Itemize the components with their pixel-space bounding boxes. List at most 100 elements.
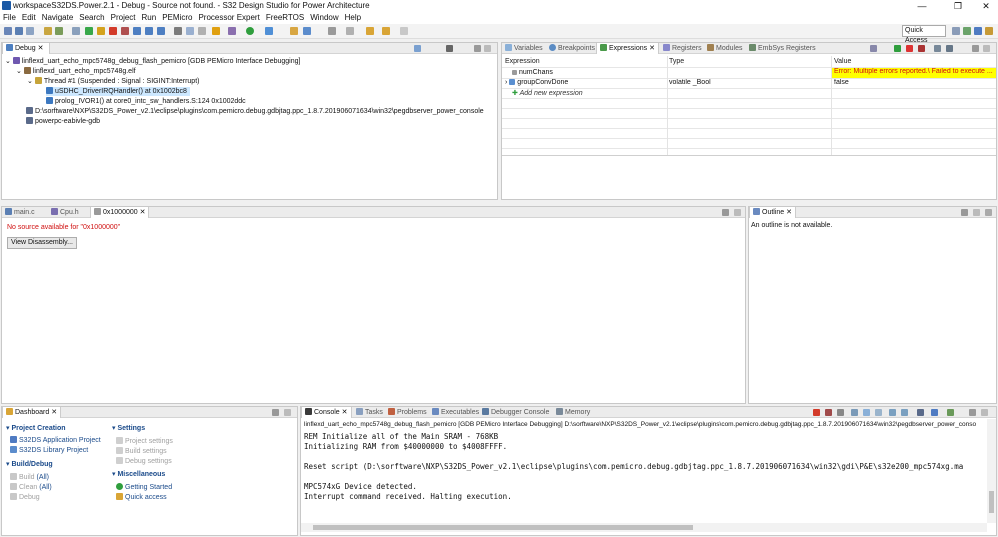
menu-pemicro[interactable]: PEMicro [159, 12, 195, 24]
remove-launch-icon[interactable] [825, 409, 832, 416]
disconnect-icon[interactable] [121, 27, 129, 35]
minimize-view-icon[interactable] [272, 409, 279, 416]
menu-processor-expert[interactable]: Processor Expert [195, 12, 262, 24]
column-expression[interactable]: Expression [505, 58, 540, 65]
remove-icon[interactable] [906, 45, 913, 52]
remove-all-icon[interactable] [918, 45, 925, 52]
horizontal-scrollbar[interactable] [301, 523, 987, 532]
tab-problems[interactable]: Problems [385, 407, 430, 418]
annotation-icon[interactable] [346, 27, 354, 35]
link-quick-access[interactable]: Quick access [116, 493, 167, 501]
pin-console-icon[interactable] [917, 409, 924, 416]
properties-icon[interactable] [55, 27, 63, 35]
save-all-icon[interactable] [26, 27, 34, 35]
skip-breakpoints-icon[interactable] [72, 27, 80, 35]
menu-project[interactable]: Project [108, 12, 139, 24]
step-over-icon[interactable] [145, 27, 153, 35]
tree-item[interactable]: ⌄ linflexd_uart_echo_mpc5748g.elf [16, 67, 136, 76]
link-build-settings[interactable]: Build settings [116, 447, 167, 455]
expression-value-error[interactable]: Error: Multiple errors reported.\ Failed… [832, 68, 996, 78]
menu-edit[interactable]: Edit [19, 12, 39, 24]
maximize-view-icon[interactable] [985, 209, 992, 216]
scrollbar-thumb[interactable] [313, 525, 693, 530]
save-icon[interactable] [15, 27, 23, 35]
suspend-icon[interactable] [97, 27, 105, 35]
maximize-view-icon[interactable] [284, 409, 291, 416]
menu-file[interactable]: File [0, 12, 19, 24]
flash-icon[interactable] [212, 27, 220, 35]
maximize-view-icon[interactable] [734, 209, 741, 216]
debug-config-icon[interactable] [228, 27, 236, 35]
menu-navigate[interactable]: Navigate [39, 12, 77, 24]
expression-row[interactable]: numChans [512, 69, 662, 76]
link-application-project[interactable]: S32DS Application Project [10, 436, 101, 444]
tab-tasks[interactable]: Tasks [353, 407, 386, 418]
tab-outline[interactable]: Outline ✕ [749, 207, 796, 218]
add-new-expression[interactable]: ✚ Add new expression [512, 89, 583, 97]
perspective-icon[interactable] [952, 27, 960, 35]
add-expression-icon[interactable] [894, 45, 901, 52]
menu-freertos[interactable]: FreeRTOS [263, 12, 307, 24]
layout-icon[interactable] [946, 45, 953, 52]
minimize-view-icon[interactable] [983, 45, 990, 52]
close-button[interactable]: ✕ [974, 0, 998, 12]
terminate-icon[interactable] [813, 409, 820, 416]
tree-item[interactable]: D:\sorftware\NXP\S32DS_Power_v2.1\eclips… [26, 107, 484, 116]
forward-icon[interactable] [382, 27, 390, 35]
run-icon[interactable] [246, 27, 254, 35]
section-settings[interactable]: ▾ Settings [112, 424, 145, 432]
menu-help[interactable]: Help [342, 12, 364, 24]
external-tools-icon[interactable] [265, 27, 273, 35]
step-return-icon[interactable] [157, 27, 165, 35]
minimize-view-icon[interactable] [722, 209, 729, 216]
scroll-lock-icon[interactable] [863, 409, 870, 416]
forward-nav-icon[interactable] [400, 27, 408, 35]
column-value[interactable]: Value [834, 58, 851, 65]
search-icon[interactable] [328, 27, 336, 35]
section-project-creation[interactable]: ▾ Project Creation [6, 424, 66, 432]
build-icon[interactable] [44, 27, 52, 35]
vertical-scrollbar[interactable] [987, 419, 996, 523]
view-disassembly-button[interactable]: View Disassembly... [7, 237, 77, 249]
clear-console-icon[interactable] [851, 409, 858, 416]
scrollbar-thumb[interactable] [989, 491, 994, 513]
step-into-icon[interactable] [133, 27, 141, 35]
open-folder-icon[interactable] [290, 27, 298, 35]
link-debug[interactable]: Debug [10, 493, 40, 501]
minimize-view-icon[interactable] [969, 409, 976, 416]
tree-item[interactable]: ⌄ Thread #1 (Suspended : Signal : SIGINT… [27, 77, 199, 86]
tab-breakpoints[interactable]: Breakpoints [546, 43, 598, 54]
tab-variables[interactable]: Variables [502, 43, 546, 54]
reset-icon[interactable] [186, 27, 194, 35]
tab-modules[interactable]: Modules [704, 43, 745, 54]
collapse-all-icon[interactable] [934, 45, 941, 52]
toggle-icon[interactable] [870, 45, 877, 52]
quick-access-field[interactable]: Quick Access [902, 25, 946, 44]
tree-item[interactable]: ⌄ linflexd_uart_echo_mpc5748g_debug_flas… [5, 57, 300, 66]
link-library-project[interactable]: S32DS Library Project [10, 446, 88, 454]
section-build-debug[interactable]: ▾ Build/Debug [6, 460, 53, 468]
show-on-output-icon[interactable] [889, 409, 896, 416]
minimize-view-icon[interactable] [973, 209, 980, 216]
tab-expressions[interactable]: Expressions ✕ [596, 43, 659, 54]
section-miscellaneous[interactable]: ▾ Miscellaneous [112, 470, 165, 478]
back-icon[interactable] [366, 27, 374, 35]
terminate-icon[interactable] [109, 27, 117, 35]
maximize-button[interactable]: ❐ [946, 0, 970, 12]
tab-debugger-console[interactable]: Debugger Console [479, 407, 552, 418]
menu-search[interactable]: Search [76, 12, 107, 24]
tree-item[interactable]: powerpc-eabivle-gdb [26, 117, 100, 126]
show-on-error-icon[interactable] [901, 409, 908, 416]
tab-memory[interactable]: Memory [553, 407, 593, 418]
perspective-pe-icon[interactable] [985, 27, 993, 35]
tab-cpu-h[interactable]: Cpu.h [48, 207, 82, 218]
tab-embsys-registers[interactable]: EmbSys Registers [746, 43, 819, 54]
instruction-stepping-icon[interactable] [174, 27, 182, 35]
tab-registers[interactable]: Registers [660, 43, 705, 54]
resume-icon[interactable] [85, 27, 93, 35]
tab-executables[interactable]: Executables [429, 407, 482, 418]
tree-item[interactable]: prolog_IVOR1() at core0_intc_sw_handlers… [46, 97, 246, 106]
restart-icon[interactable] [198, 27, 206, 35]
link-build[interactable]: Build (All) [10, 473, 49, 481]
view-menu-icon[interactable] [972, 45, 979, 52]
